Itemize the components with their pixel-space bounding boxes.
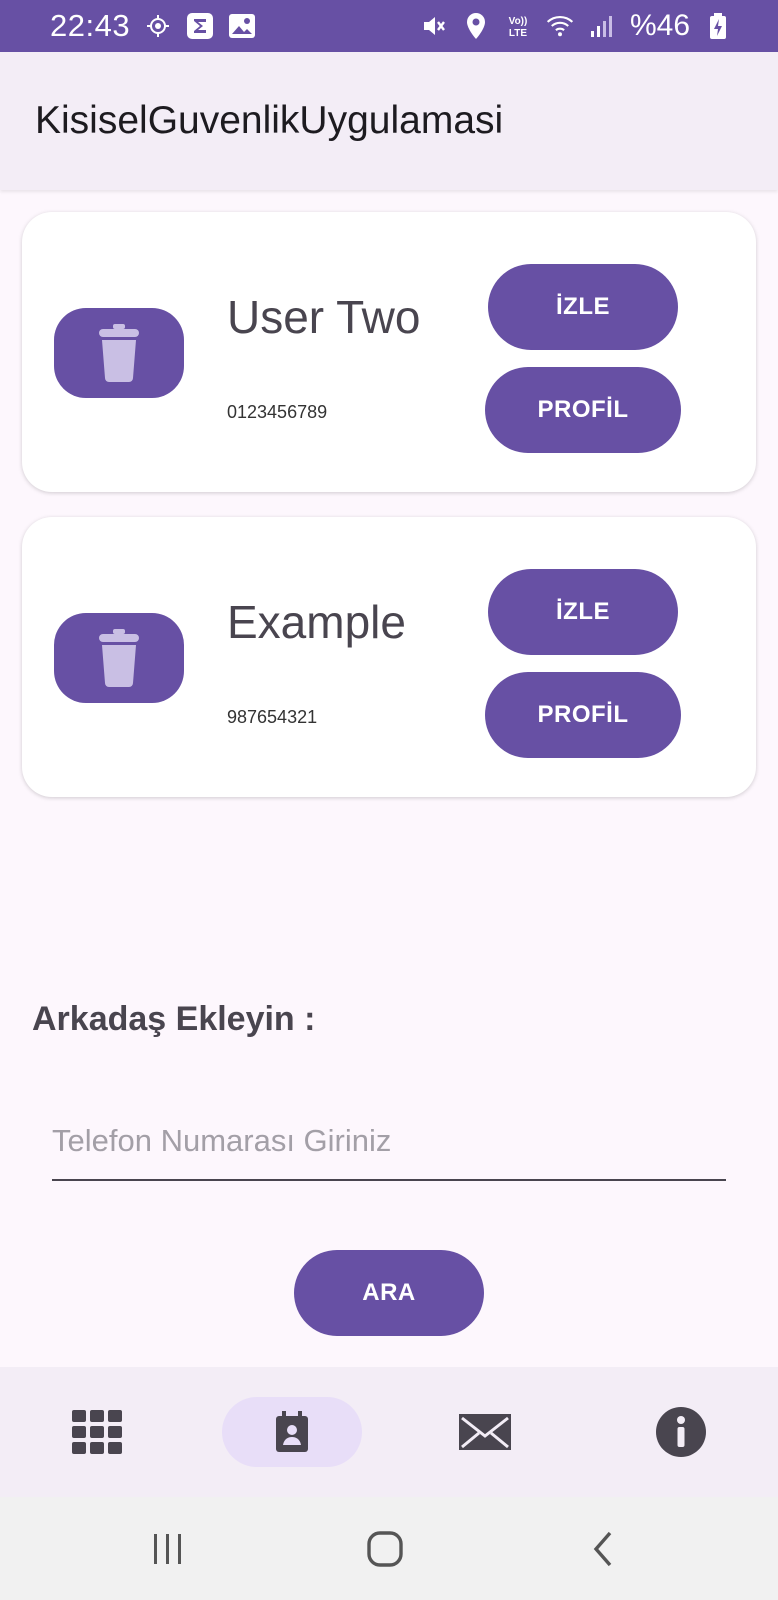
contact-phone: 987654321 (227, 707, 318, 727)
contact-name: User Two (227, 291, 421, 343)
add-friend-title: Arkadaş Ekleyin : (32, 1000, 316, 1038)
mute-icon (420, 12, 448, 40)
search-button[interactable]: ARA (294, 1250, 484, 1336)
nav-grid[interactable] (27, 1397, 167, 1467)
grid-icon (72, 1410, 122, 1454)
battery-level: %46 (629, 9, 690, 42)
trash-icon (99, 629, 139, 687)
svg-text:Vo)): Vo)) (509, 16, 528, 27)
sigma-app-icon (186, 12, 214, 40)
volte-icon: Vo)) LTE (504, 12, 532, 40)
status-left: 22:43 (50, 8, 256, 44)
home-icon (367, 1531, 403, 1567)
phone-number-input[interactable] (52, 1103, 726, 1181)
mail-icon (459, 1414, 511, 1450)
location-icon (462, 12, 490, 40)
nav-contacts[interactable] (222, 1397, 362, 1467)
status-right: Vo)) LTE %46 (420, 9, 732, 43)
profile-button[interactable]: PROFİL (485, 367, 681, 453)
gallery-icon (228, 12, 256, 40)
profile-button[interactable]: PROFİL (485, 672, 681, 758)
trash-icon (99, 324, 139, 382)
contact-card: User Two 0123456789 İZLE PROFİL (22, 212, 756, 492)
delete-button[interactable] (54, 308, 184, 398)
wifi-icon (546, 12, 574, 40)
location-target-icon (144, 12, 172, 40)
home-button[interactable] (360, 1527, 410, 1571)
contacts-icon (276, 1411, 308, 1452)
contact-phone: 0123456789 (227, 402, 328, 422)
watch-button[interactable]: İZLE (488, 569, 678, 655)
back-button[interactable] (578, 1527, 628, 1571)
svg-text:LTE: LTE (509, 28, 527, 39)
delete-button[interactable] (54, 613, 184, 703)
status-bar: 22:43 Vo)) LTE %46 (0, 0, 778, 52)
bottom-navigation (0, 1367, 778, 1497)
recent-apps-icon (154, 1534, 181, 1564)
watch-button[interactable]: İZLE (488, 264, 678, 350)
back-icon (593, 1531, 612, 1567)
contact-name: Example (227, 596, 406, 648)
battery-charging-icon (704, 12, 732, 40)
app-bar: KisiselGuvenlikUygulamasi (0, 52, 778, 190)
app-title: KisiselGuvenlikUygulamasi (35, 99, 504, 142)
info-icon (656, 1407, 706, 1457)
status-time: 22:43 (50, 8, 131, 43)
nav-info[interactable] (611, 1397, 751, 1467)
recent-apps-button[interactable] (143, 1527, 193, 1571)
contact-card: Example 987654321 İZLE PROFİL (22, 517, 756, 797)
nav-mail[interactable] (415, 1397, 555, 1467)
system-navigation-bar (0, 1497, 778, 1600)
signal-icon (588, 12, 616, 40)
